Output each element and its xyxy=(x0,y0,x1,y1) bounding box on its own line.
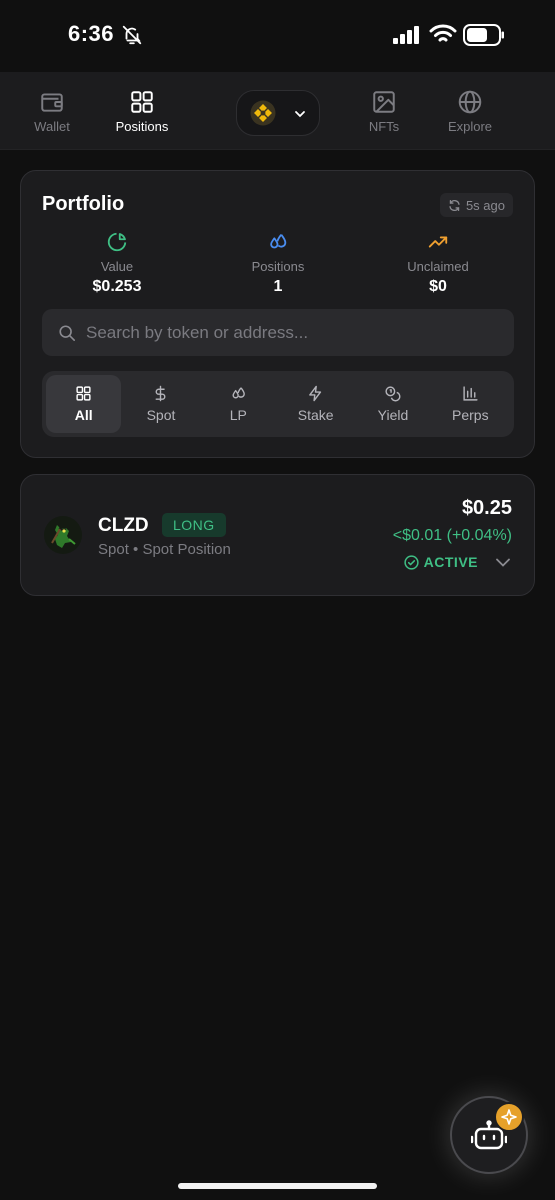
grid-icon xyxy=(76,386,91,401)
status-bar: 6:36 xyxy=(0,0,555,72)
nav-explore-label: Explore xyxy=(447,118,493,134)
bnb-chain-logo xyxy=(250,100,276,126)
search-icon xyxy=(59,324,76,341)
check-circle-icon xyxy=(404,554,419,570)
home-indicator[interactable] xyxy=(178,1183,377,1189)
nav-positions[interactable]: Positions xyxy=(107,72,177,150)
position-value: $0.25 xyxy=(461,497,512,519)
nav-nfts-label: NFTs xyxy=(368,118,400,134)
filter-bar: All Spot LP Stake Yield Perps xyxy=(42,371,514,437)
refresh-icon xyxy=(449,199,460,211)
filter-tab-label: LP xyxy=(229,407,247,423)
nav-nfts[interactable]: NFTs xyxy=(356,72,412,150)
sparkle-badge xyxy=(494,1102,524,1132)
search-input[interactable] xyxy=(86,322,506,343)
chevron-down-icon xyxy=(295,111,305,118)
filter-tab-lp[interactable]: LP xyxy=(201,375,276,433)
filter-tab-label: Perps xyxy=(452,407,489,423)
filter-tab-label: Spot xyxy=(146,407,176,423)
filter-tab-label: Stake xyxy=(297,407,334,423)
sparkle-icon xyxy=(501,1109,517,1125)
token-avatar xyxy=(44,516,82,554)
status-time: 6:36 xyxy=(68,21,115,46)
status-label: ACTIVE xyxy=(423,554,478,570)
stat-positions: Positions 1 xyxy=(203,231,353,296)
side-badge: LONG xyxy=(162,513,226,537)
bolt-icon xyxy=(309,385,322,402)
search-box[interactable] xyxy=(42,309,514,356)
nav-wallet[interactable]: Wallet xyxy=(22,72,82,150)
stat-unclaimed-label: Unclaimed xyxy=(407,259,469,274)
trending-up-icon xyxy=(428,236,448,248)
filter-tab-perps[interactable]: Perps xyxy=(433,375,508,433)
stat-positions-label: Positions xyxy=(251,259,305,274)
globe-icon xyxy=(458,90,482,113)
filter-tab-stake[interactable]: Stake xyxy=(278,375,353,433)
filter-tab-label: All xyxy=(74,407,93,423)
grid-icon xyxy=(131,90,153,113)
nav-positions-label: Positions xyxy=(115,118,169,134)
stat-unclaimed-amount: $0 xyxy=(429,278,447,295)
filter-tab-all[interactable]: All xyxy=(46,375,122,433)
top-nav: Wallet Positions NFTs Explore xyxy=(0,72,555,150)
stat-value-label: Value xyxy=(100,259,134,274)
bar-chart-icon xyxy=(463,386,478,401)
position-pnl: <$0.01 (+0.04%) xyxy=(392,527,512,544)
filter-tab-label: Yield xyxy=(377,407,409,423)
portfolio-title: Portfolio xyxy=(42,193,125,215)
position-type: Spot • Spot Position xyxy=(98,541,231,558)
droplets-icon xyxy=(270,234,287,249)
refresh-button[interactable]: 5s ago xyxy=(439,193,513,217)
filter-tab-yield[interactable]: Yield xyxy=(355,375,430,433)
stat-value: Value $0.253 xyxy=(42,231,192,296)
dollar-icon xyxy=(156,385,166,402)
token-symbol: CLZD xyxy=(98,515,149,536)
stat-unclaimed: Unclaimed $0 xyxy=(363,231,513,296)
wifi-icon xyxy=(429,24,457,42)
pie-chart-icon xyxy=(107,232,127,252)
portfolio-card: Portfolio 5s ago Value $0.253 Positions … xyxy=(20,170,535,458)
droplets-icon xyxy=(232,387,245,399)
stat-positions-count: 1 xyxy=(273,278,283,295)
nav-wallet-label: Wallet xyxy=(34,118,70,134)
chain-selector[interactable] xyxy=(236,90,320,136)
filter-tab-spot[interactable]: Spot xyxy=(123,375,198,433)
screen: 6:36 Wallet Positions NFTs Explore Portf… xyxy=(0,0,555,1200)
refresh-label: 5s ago xyxy=(465,197,505,213)
bell-slash-icon xyxy=(122,25,142,45)
wallet-icon xyxy=(41,92,63,112)
nav-explore[interactable]: Explore xyxy=(440,72,500,150)
coins-icon xyxy=(385,386,401,402)
image-icon xyxy=(373,90,395,113)
battery-icon xyxy=(463,24,504,46)
stat-value-amount: $0.253 xyxy=(92,278,142,295)
status-row: ACTIVE xyxy=(404,553,512,571)
position-card[interactable]: CLZD LONG Spot • Spot Position $0.25 <$0… xyxy=(20,474,535,596)
chevron-down-icon[interactable] xyxy=(494,553,512,571)
signal-icon xyxy=(393,26,419,44)
ai-assistant-button[interactable] xyxy=(450,1096,528,1174)
